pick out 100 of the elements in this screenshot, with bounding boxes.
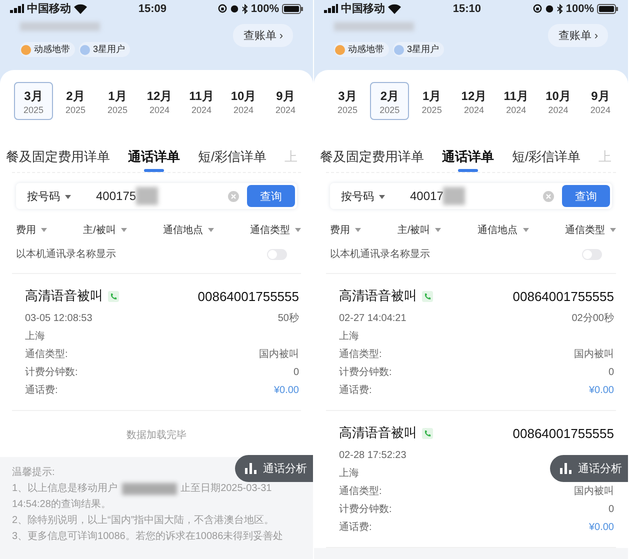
- call-time: 03-05 12:08:53: [25, 312, 92, 326]
- user-badge: 动感地带: [334, 42, 389, 57]
- tip-text: 止至日期2025-03-31: [180, 482, 272, 496]
- month-tab[interactable]: 3月 2025: [328, 82, 367, 120]
- number-input-field[interactable]: 400175: [82, 183, 228, 209]
- caret-icon: [120, 228, 127, 232]
- phone-icon: [422, 428, 433, 438]
- field-value: 0: [608, 366, 614, 380]
- month-tab[interactable]: 10月 2024: [224, 82, 263, 120]
- tip-text: 1、以上信息是移动用户: [12, 482, 118, 496]
- month-tab[interactable]: 12月 2024: [454, 82, 494, 120]
- field-label: 通信类型:: [339, 348, 382, 362]
- clear-icon[interactable]: [543, 190, 554, 202]
- tip-text: 14:54:28的查询结果。: [12, 498, 111, 512]
- search-mode-dropdown[interactable]: 按号码: [16, 188, 82, 204]
- call-time: 02-28 17:52:23: [339, 449, 406, 463]
- call-type: 高清语音被叫: [25, 287, 103, 305]
- number-input-field[interactable]: 40017: [396, 183, 543, 209]
- battery-percent: 100%: [250, 2, 279, 14]
- bluetooth-icon: [242, 4, 248, 14]
- signal-icon: [324, 4, 338, 13]
- month-tab[interactable]: 3月 2025: [14, 82, 53, 120]
- bar-chart-icon: [245, 463, 258, 474]
- field-label: 通话费:: [339, 384, 372, 398]
- battery-percent: 100%: [566, 2, 594, 14]
- phone-number: 00864001755555: [512, 288, 614, 304]
- month-tab[interactable]: 9月 2024: [580, 82, 620, 120]
- filter-dropdown[interactable]: 通信类型: [250, 223, 301, 237]
- filter-dropdown[interactable]: 通信地点: [163, 223, 214, 237]
- toggle-label: 以本机通讯录名称显示: [330, 248, 430, 261]
- caret-icon: [435, 228, 442, 232]
- phone-icon: [108, 290, 119, 302]
- month-tab[interactable]: 10月 2024: [538, 82, 578, 120]
- detail-tab[interactable]: 餐及固定费用详单: [6, 148, 110, 172]
- filter-dropdown[interactable]: 主/被叫: [83, 223, 127, 237]
- month-tab[interactable]: 11月 2024: [496, 82, 536, 120]
- detail-tab[interactable]: 短/彩信详单: [512, 148, 581, 172]
- call-location: 上海: [25, 330, 45, 344]
- call-location: 上海: [339, 466, 359, 481]
- month-tab[interactable]: 2月 2025: [56, 82, 95, 120]
- view-bill-button[interactable]: 查账单 ›: [548, 24, 608, 47]
- query-button[interactable]: 查询: [247, 185, 295, 207]
- field-label: 通话费:: [25, 384, 58, 398]
- battery-icon: [597, 4, 618, 14]
- caret-icon: [522, 228, 528, 232]
- filter-dropdown[interactable]: 费用: [330, 223, 361, 237]
- field-value: ¥0.00: [588, 521, 614, 535]
- call-type: 高清语音被叫: [339, 287, 417, 305]
- field-value: 国内被叫: [259, 348, 299, 362]
- field-label: 计费分钟数:: [339, 502, 392, 517]
- call-location: 上海: [339, 330, 359, 344]
- redacted-number: [122, 483, 177, 495]
- field-label: 计费分钟数:: [339, 366, 392, 380]
- carrier-name: 中国移动: [27, 2, 71, 16]
- clear-icon[interactable]: [228, 190, 239, 202]
- field-value: 国内被叫: [574, 348, 614, 362]
- month-tab[interactable]: 1月 2025: [412, 82, 452, 120]
- caret-icon: [379, 194, 386, 199]
- detail-tab[interactable]: 通话详单: [128, 148, 180, 172]
- field-value: 0: [608, 503, 614, 517]
- call-analysis-button[interactable]: 通话分析: [235, 455, 313, 482]
- wifi-icon: [74, 4, 87, 14]
- detail-tab[interactable]: 通话详单: [442, 148, 494, 172]
- month-tab[interactable]: 12月 2024: [140, 82, 179, 120]
- status-time: 15:09: [138, 2, 166, 14]
- month-tab[interactable]: 2月 2025: [370, 82, 410, 120]
- month-tab[interactable]: 9月 2024: [266, 82, 305, 120]
- caret-icon: [65, 194, 72, 199]
- carrier-name: 中国移动: [341, 2, 385, 16]
- query-button[interactable]: 查询: [562, 185, 610, 207]
- filter-dropdown[interactable]: 主/被叫: [397, 223, 442, 237]
- detail-tab[interactable]: 短/彩信详单: [198, 148, 267, 172]
- tips-title: 温馨提示:: [12, 467, 55, 478]
- field-label: 通话费:: [339, 520, 372, 535]
- month-tab[interactable]: 1月 2025: [98, 82, 137, 120]
- battery-icon: [282, 4, 303, 14]
- status-time: 15:10: [452, 2, 481, 14]
- bar-chart-icon: [560, 463, 573, 474]
- month-tab[interactable]: 11月 2024: [182, 82, 221, 120]
- filter-dropdown[interactable]: 通信地点: [478, 223, 528, 237]
- detail-tab[interactable]: 餐及固定费用详单: [320, 148, 424, 172]
- filter-dropdown[interactable]: 费用: [16, 223, 47, 237]
- rotation-lock-icon: [218, 4, 227, 13]
- rotation-lock-icon: [532, 4, 542, 13]
- field-label: 通信类型:: [339, 484, 382, 499]
- field-label: 计费分钟数:: [25, 366, 78, 380]
- caret-icon: [294, 228, 301, 232]
- field-label: 通信类型:: [25, 348, 68, 362]
- caret-icon: [610, 228, 616, 232]
- caret-icon: [40, 228, 47, 232]
- user-badge: 动感地带: [20, 42, 75, 57]
- call-type: 高清语音被叫: [339, 424, 417, 442]
- field-value: 0: [293, 366, 299, 380]
- wifi-icon: [388, 4, 401, 14]
- view-bill-button[interactable]: 查账单 ›: [233, 24, 293, 47]
- call-analysis-button[interactable]: 通话分析: [550, 455, 628, 482]
- call-duration: 02分00秒: [572, 312, 614, 326]
- search-mode-dropdown[interactable]: 按号码: [330, 188, 396, 204]
- filter-dropdown[interactable]: 通信类型: [565, 223, 616, 237]
- field-value: ¥0.00: [274, 384, 299, 398]
